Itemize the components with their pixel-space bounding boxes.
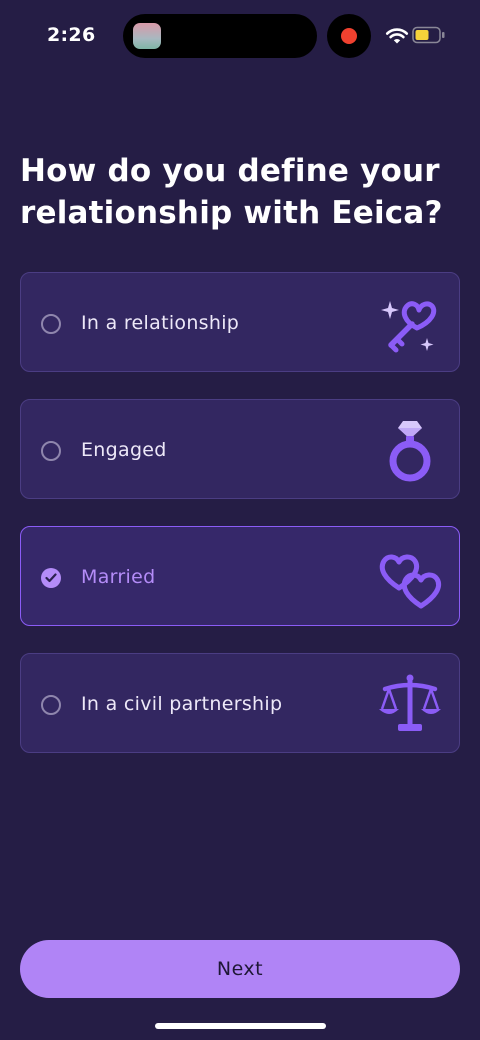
option-engaged[interactable]: Engaged [20, 399, 460, 499]
wifi-icon [385, 28, 409, 44]
option-label: Engaged [81, 439, 167, 461]
relationship-option-list: In a relationship Engaged Married In a c… [20, 272, 460, 780]
option-in-a-relationship[interactable]: In a relationship [20, 272, 460, 372]
status-time: 2:26 [47, 24, 96, 46]
option-label: In a civil partnership [81, 693, 283, 715]
double-heart-icon [379, 554, 442, 609]
radio-unchecked-icon[interactable] [41, 441, 61, 461]
next-button[interactable]: Next [20, 940, 460, 998]
option-label: In a relationship [81, 312, 240, 334]
screen-recording-indicator[interactable] [327, 14, 371, 58]
option-married[interactable]: Married [20, 526, 460, 626]
key-heart-icon [381, 301, 437, 353]
radio-checked-icon[interactable] [41, 568, 61, 588]
radio-unchecked-icon[interactable] [41, 314, 61, 334]
option-label: Married [81, 566, 156, 588]
app-thumbnail-icon[interactable] [133, 23, 161, 49]
record-dot-icon [341, 28, 357, 44]
scales-icon [379, 674, 441, 731]
option-civil-partnership[interactable]: In a civil partnership [20, 653, 460, 753]
page-title: How do you define your relationship with… [20, 153, 443, 231]
battery-icon [412, 26, 445, 44]
ring-icon [389, 421, 431, 482]
home-indicator[interactable] [155, 1023, 326, 1029]
dynamic-island [123, 14, 317, 58]
radio-unchecked-icon[interactable] [41, 695, 61, 715]
